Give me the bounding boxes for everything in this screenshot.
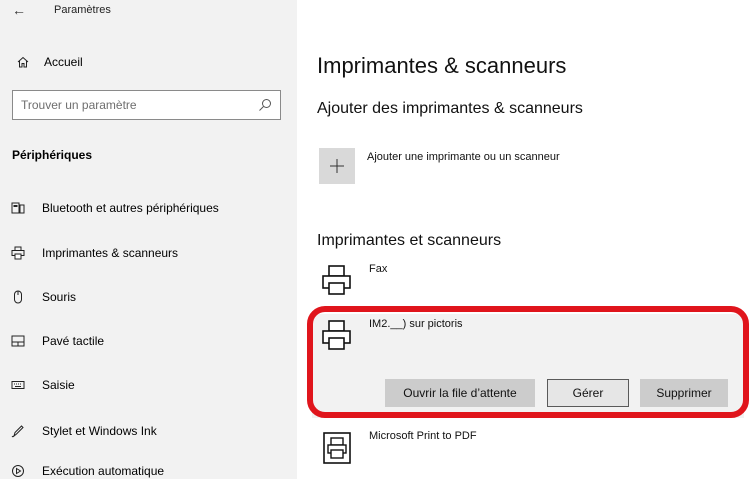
autoplay-icon xyxy=(11,464,25,478)
pen-icon xyxy=(11,424,25,438)
printer-item-fax[interactable]: Fax xyxy=(317,263,737,299)
search-input[interactable] xyxy=(13,91,243,119)
printer-icon xyxy=(322,265,351,295)
add-printer-button[interactable] xyxy=(319,148,355,184)
printer-name: Microsoft Print to PDF xyxy=(369,430,477,442)
sidebar-item-bluetooth[interactable]: Bluetooth et autres périphériques xyxy=(0,193,297,223)
manage-button[interactable]: Gérer xyxy=(547,379,629,407)
add-section-title: Ajouter des imprimantes & scanneurs xyxy=(317,100,583,117)
bluetooth-devices-icon xyxy=(11,201,25,215)
sidebar-item-label: Imprimantes & scanneurs xyxy=(42,246,179,260)
sidebar-item-touchpad[interactable]: Pavé tactile xyxy=(0,326,297,356)
home-label: Accueil xyxy=(44,55,83,69)
sidebar-item-home[interactable]: Accueil xyxy=(16,55,83,69)
sidebar-item-mouse[interactable]: Souris xyxy=(0,282,297,312)
printers-list-title: Imprimantes et scanneurs xyxy=(317,232,502,249)
page-title: Imprimantes & scanneurs xyxy=(317,53,567,78)
sidebar-item-label: Exécution automatique xyxy=(42,464,165,478)
add-printer-label[interactable]: Ajouter une imprimante ou un scanneur xyxy=(367,151,560,163)
home-icon xyxy=(16,55,30,69)
sidebar-item-label: Stylet et Windows Ink xyxy=(42,424,157,438)
sidebar-item-pen[interactable]: Stylet et Windows Ink xyxy=(0,416,297,446)
plus-icon xyxy=(330,159,344,173)
open-queue-button[interactable]: Ouvrir la file d’attente xyxy=(385,379,535,407)
sidebar-item-label: Saisie xyxy=(42,378,75,392)
touchpad-icon xyxy=(11,334,25,348)
printer-name: Fax xyxy=(369,263,388,275)
printer-icon xyxy=(322,320,351,350)
title-bar: ← Paramètres xyxy=(0,0,297,28)
sidebar-item-label: Souris xyxy=(42,290,77,304)
printer-name: IM2.__) sur pictoris xyxy=(369,318,463,330)
remove-button[interactable]: Supprimer xyxy=(640,379,728,407)
search-icon[interactable] xyxy=(258,98,272,112)
printer-item-selected[interactable]: IM2.__) sur pictoris xyxy=(317,318,737,354)
pdf-printer-icon xyxy=(323,432,351,464)
printer-icon xyxy=(11,246,25,260)
mouse-icon xyxy=(11,290,25,304)
selected-printer-panel[interactable]: IM2.__) sur pictoris Ouvrir la file d’at… xyxy=(312,314,744,418)
section-title: Périphériques xyxy=(12,148,93,162)
main-content: Imprimantes & scanneurs Ajouter des impr… xyxy=(297,0,755,479)
settings-sidebar: ← Paramètres Accueil Périphériques Bluet… xyxy=(0,0,297,479)
sidebar-item-printers[interactable]: Imprimantes & scanneurs xyxy=(0,238,297,268)
sidebar-item-autoplay[interactable]: Exécution automatique xyxy=(0,460,297,479)
printer-item-pdf[interactable]: Microsoft Print to PDF xyxy=(317,430,737,466)
sidebar-item-label: Bluetooth et autres périphériques xyxy=(42,201,219,215)
sidebar-item-label: Pavé tactile xyxy=(42,334,105,348)
sidebar-item-typing[interactable]: Saisie xyxy=(0,370,297,400)
search-box[interactable] xyxy=(12,90,281,120)
back-arrow-icon[interactable]: ← xyxy=(12,0,26,20)
keyboard-icon xyxy=(11,378,25,392)
app-title: Paramètres xyxy=(54,4,111,16)
